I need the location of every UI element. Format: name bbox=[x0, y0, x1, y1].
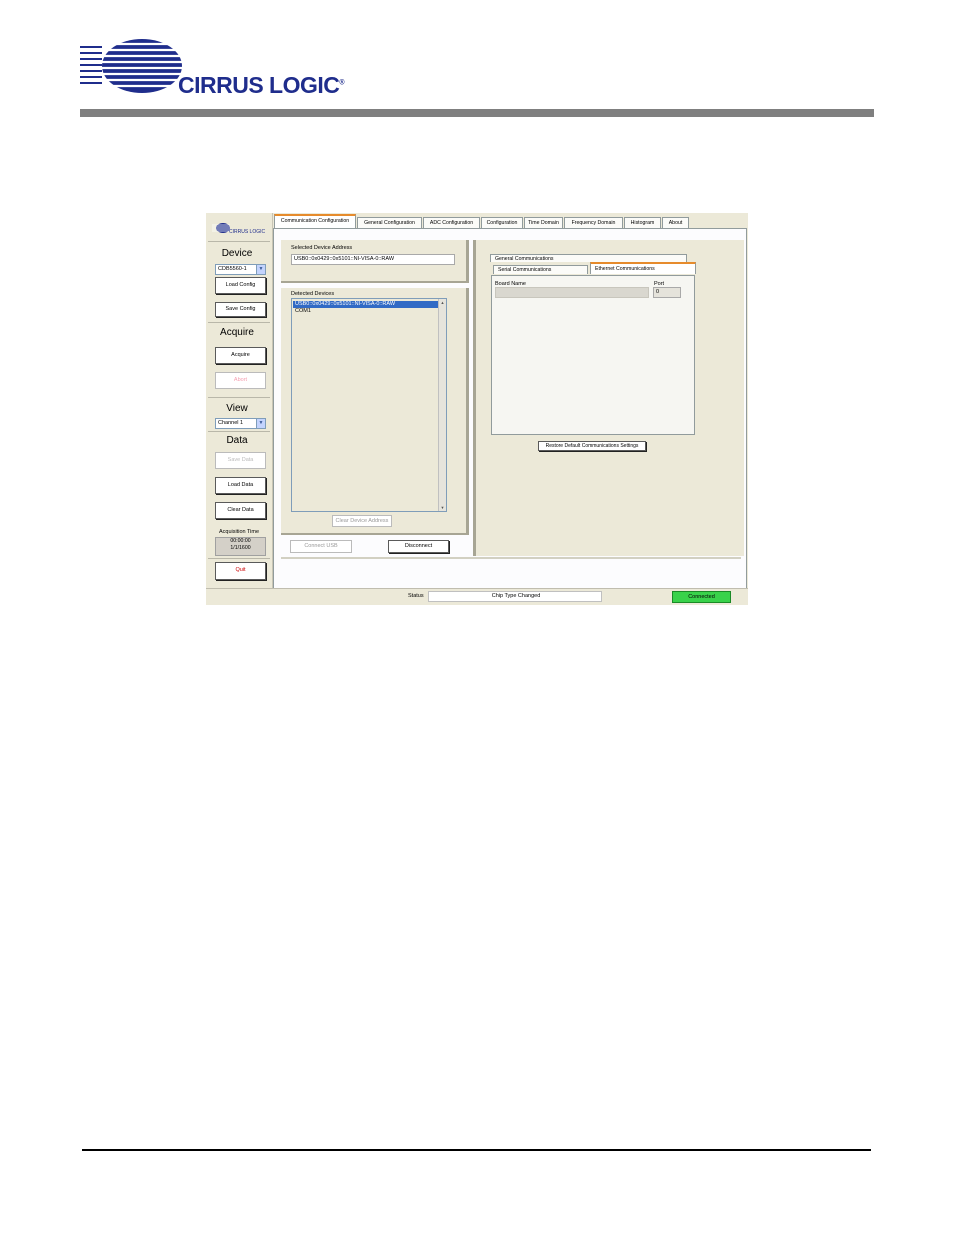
separator bbox=[208, 241, 270, 242]
scroll-up-icon[interactable]: ▲ bbox=[439, 299, 446, 306]
panel-bottom-strip bbox=[281, 557, 741, 559]
tab-panel: Selected Device Address USB0::0x0429::0x… bbox=[273, 228, 747, 589]
detected-devices-group: Detected Devices USB0::0x0429::0x5101::N… bbox=[281, 288, 469, 535]
tab-frequency-domain[interactable]: Frequency Domain bbox=[564, 217, 623, 228]
ethernet-panel: Board Name Port 0 bbox=[491, 275, 695, 435]
clear-data-button[interactable]: Clear Data bbox=[215, 502, 266, 519]
chevron-down-icon: ▼ bbox=[256, 419, 265, 428]
acquisition-time-display: 00:00:00 1/1/1600 bbox=[215, 537, 266, 556]
board-name-field[interactable] bbox=[495, 287, 649, 298]
load-config-button[interactable]: Load Config bbox=[215, 277, 266, 294]
tab-general-configuration[interactable]: General Configuration bbox=[357, 217, 422, 228]
abort-button[interactable]: Abort bbox=[215, 372, 266, 389]
header-divider bbox=[80, 109, 874, 117]
connect-usb-button[interactable]: Connect USB bbox=[290, 540, 352, 553]
sidebar-logo-text: CIRRUS LOGIC bbox=[229, 229, 266, 235]
cirrus-logic-logo-icon bbox=[80, 38, 185, 108]
chevron-down-icon: ▼ bbox=[256, 265, 265, 274]
subtab-ethernet-communications[interactable]: Ethernet Communications bbox=[590, 262, 696, 274]
status-label: Status bbox=[408, 593, 424, 599]
tab-histogram[interactable]: Histogram bbox=[624, 217, 661, 228]
sidebar-logo: CIRRUS LOGIC bbox=[212, 220, 268, 236]
detected-devices-label: Detected Devices bbox=[291, 291, 335, 297]
connection-indicator: Connected bbox=[672, 591, 731, 603]
device-select[interactable]: CDB5560-1 ▼ bbox=[215, 264, 266, 275]
comm-settings-group: General Communications Serial Communicat… bbox=[473, 240, 744, 556]
tab-time-domain[interactable]: Time Domain bbox=[524, 217, 563, 228]
save-config-button[interactable]: Save Config bbox=[215, 302, 266, 317]
tab-about[interactable]: About bbox=[662, 217, 689, 228]
separator bbox=[208, 322, 270, 323]
list-item[interactable]: USB0::0x0429::0x5101::NI-VISA-0::RAW bbox=[293, 301, 440, 308]
list-scrollbar[interactable]: ▲ ▼ bbox=[438, 299, 446, 511]
subtab-serial-communications[interactable]: Serial Communications bbox=[493, 265, 588, 274]
acquire-button[interactable]: Acquire bbox=[215, 347, 266, 364]
separator bbox=[208, 558, 270, 559]
view-title: View bbox=[226, 403, 248, 414]
list-item[interactable]: COM1 bbox=[293, 308, 440, 315]
separator bbox=[208, 431, 270, 432]
acquisition-date-value: 1/1/1600 bbox=[230, 545, 251, 551]
acquisition-time-value: 00:00:00 bbox=[230, 538, 251, 544]
footer-rule bbox=[82, 1149, 871, 1151]
cirrus-logic-small-icon bbox=[212, 223, 230, 233]
acquisition-time-label: Acquisition Time bbox=[219, 529, 260, 535]
selected-device-field[interactable]: USB0::0x0429::0x5101::NI-VISA-0::RAW bbox=[291, 254, 455, 265]
tab-bar: Communication Configuration General Conf… bbox=[273, 214, 748, 229]
brand-name: CIRRUS LOGIC® bbox=[178, 72, 345, 98]
restore-defaults-button[interactable]: Restore Default Communications Settings bbox=[538, 441, 646, 451]
tab-adc-configuration[interactable]: ADC Configuration bbox=[423, 217, 480, 228]
clear-device-address-button[interactable]: Clear Device Address bbox=[332, 515, 392, 527]
sidebar: CIRRUS LOGIC Device CDB5560-1 ▼ Load Con… bbox=[206, 213, 273, 588]
device-title: Device bbox=[221, 248, 253, 259]
scroll-down-icon[interactable]: ▼ bbox=[439, 504, 446, 511]
device-address-group: Selected Device Address USB0::0x0429::0x… bbox=[281, 240, 469, 283]
tab-configuration[interactable]: Configuration bbox=[481, 217, 523, 228]
disconnect-button[interactable]: Disconnect bbox=[388, 540, 449, 553]
separator bbox=[208, 397, 270, 398]
port-field[interactable]: 0 bbox=[653, 287, 681, 298]
acquire-title: Acquire bbox=[220, 327, 254, 338]
status-field: Chip Type Changed bbox=[428, 591, 602, 602]
save-data-button[interactable]: Save Data bbox=[215, 452, 266, 469]
view-select[interactable]: Channel 1 ▼ bbox=[215, 418, 266, 429]
quit-button[interactable]: Quit bbox=[215, 562, 266, 580]
subtab-general-communications[interactable]: General Communications bbox=[490, 254, 687, 262]
detected-devices-list[interactable]: USB0::0x0429::0x5101::NI-VISA-0::RAW COM… bbox=[291, 298, 447, 512]
tab-communication-configuration[interactable]: Communication Configuration bbox=[274, 214, 356, 229]
load-data-button[interactable]: Load Data bbox=[215, 477, 266, 494]
app-window: CIRRUS LOGIC Device CDB5560-1 ▼ Load Con… bbox=[206, 213, 748, 605]
selected-device-label: Selected Device Address bbox=[291, 245, 353, 251]
data-title: Data bbox=[226, 435, 248, 446]
status-bar: Status Chip Type Changed Connected bbox=[206, 588, 748, 605]
